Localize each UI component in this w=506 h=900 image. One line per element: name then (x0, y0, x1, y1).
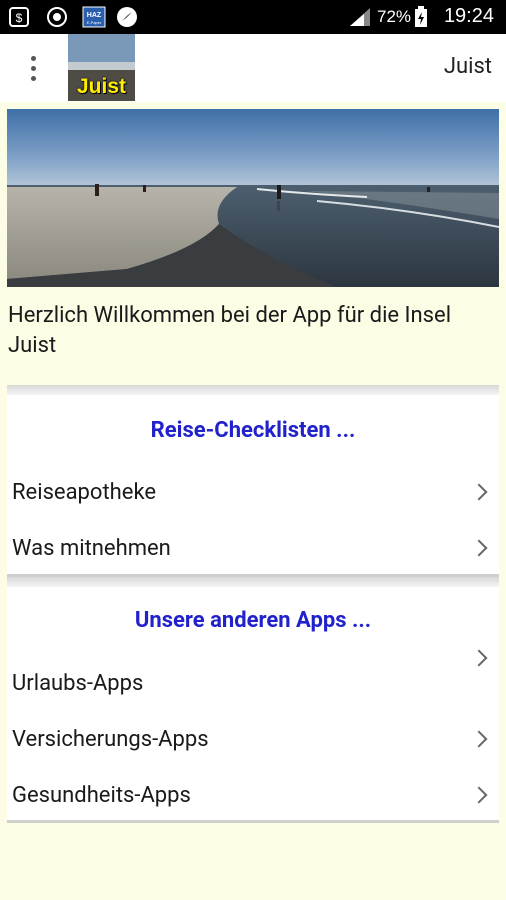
sync-notification-icon (47, 7, 67, 27)
other-apps-heading: Unsere anderen Apps ... (134, 608, 372, 633)
logo-text: Juist (76, 75, 126, 98)
battery-charging-icon (415, 6, 427, 27)
haz-app-notification-icon: HAZ E-Paper (82, 6, 106, 28)
chevron-right-icon (470, 539, 488, 557)
overflow-menu-icon[interactable] (22, 54, 44, 84)
svg-text:E-Paper: E-Paper (87, 20, 102, 25)
welcome-text: Herzlich Willkommen bei der App für die … (8, 303, 452, 358)
app-logo: Juist (68, 34, 135, 101)
checklists-card: Reise-Checklisten ... Reiseapotheke Was … (7, 385, 499, 577)
battery-percent: 72% (377, 7, 412, 26)
list-item-label: Reiseapotheke (12, 480, 157, 505)
other-apps-card: Unsere anderen Apps ... Urlaubs-Apps Ver… (7, 577, 499, 823)
chevron-right-icon (470, 483, 488, 501)
chevron-right-icon (470, 786, 488, 804)
screenshot-notification-icon: $ (9, 7, 29, 27)
list-item-label: Gesundheits-Apps (12, 783, 191, 808)
checklist-item-reiseapotheke[interactable]: Reiseapotheke (7, 470, 499, 520)
checklist-item-was-mitnehmen[interactable]: Was mitnehmen (7, 526, 499, 576)
clock: 19:24 (443, 5, 494, 27)
status-bar: $ HAZ E-Paper 72% 19:24 (0, 0, 506, 34)
app-item-urlaubs-apps[interactable]: Urlaubs-Apps (7, 661, 499, 711)
card-divider (7, 577, 499, 587)
list-item-label: Was mitnehmen (12, 536, 171, 561)
list-item-label: Urlaubs-Apps (12, 671, 144, 696)
app-item-gesundheits-apps[interactable]: Gesundheits-Apps (7, 773, 499, 823)
compass-notification-icon (117, 7, 137, 27)
card-divider (7, 385, 499, 395)
app-item-versicherungs-apps[interactable]: Versicherungs-Apps (7, 717, 499, 767)
checklists-heading: Reise-Checklisten ... (150, 418, 356, 443)
app-bar: Juist Juist (0, 34, 506, 102)
svg-text:HAZ: HAZ (87, 12, 102, 19)
app-title: Juist (443, 54, 492, 79)
signal-icon (350, 8, 370, 26)
svg-text:$: $ (16, 11, 23, 25)
list-item-label: Versicherungs-Apps (12, 727, 209, 752)
chevron-right-icon (470, 730, 488, 748)
hero-beach-image (7, 109, 499, 287)
